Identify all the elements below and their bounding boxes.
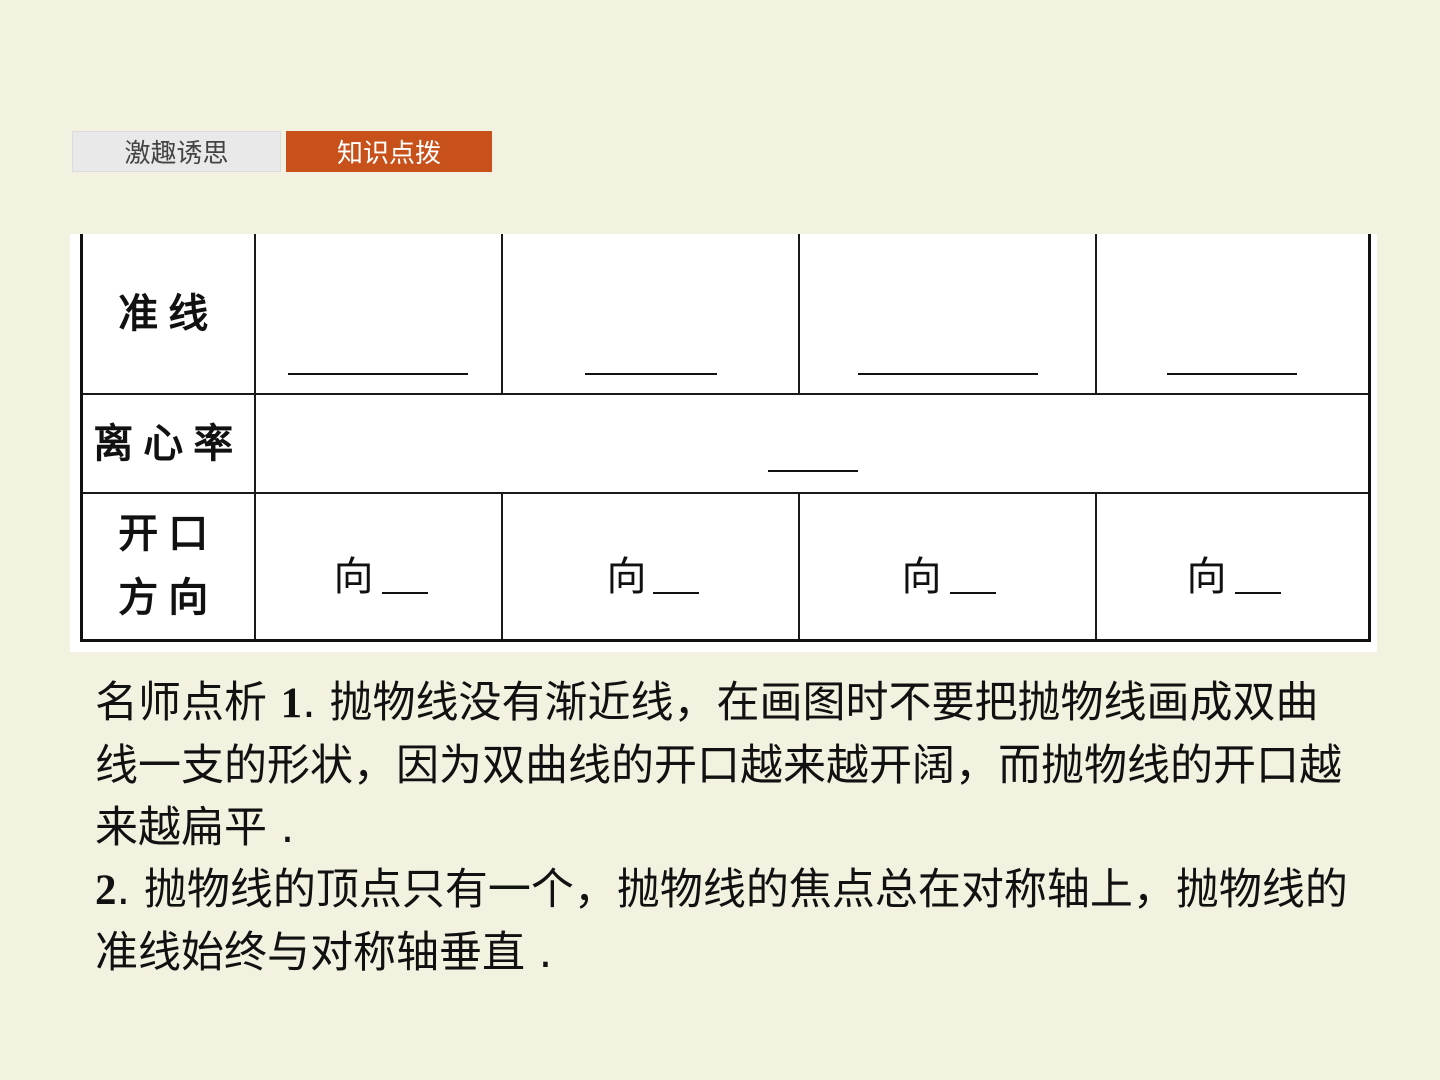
blank-cell (253, 234, 503, 395)
fill-blank (287, 373, 468, 375)
table-row-directrix: 准线 (80, 234, 1371, 395)
fill-blank (1234, 592, 1281, 594)
row-header-directrix: 准线 (80, 234, 256, 395)
direction-cell: 向 (253, 492, 503, 642)
fill-blank (857, 373, 1038, 375)
row-header-eccentricity: 离心率 (80, 393, 256, 494)
direction-prefix: 向 (1186, 554, 1227, 600)
blank-cell-merged (253, 393, 1371, 494)
fill-blank (949, 592, 996, 594)
table-row-opening-direction: 开口 方向 向 向 向 向 (80, 492, 1371, 642)
blank-cell (797, 234, 1097, 395)
fill-blank (767, 470, 858, 472)
direction-cell: 向 (500, 492, 800, 642)
fill-blank (584, 373, 717, 375)
fill-blank (1166, 373, 1297, 375)
table-row-eccentricity: 离心率 (80, 393, 1371, 494)
tab-motivation[interactable]: 激趣诱思 (72, 131, 281, 172)
direction-cell: 向 (797, 492, 1097, 642)
blank-cell (1094, 234, 1371, 395)
direction-prefix: 向 (901, 554, 942, 600)
fill-blank (381, 592, 428, 594)
note-paragraph-2: 2. 抛物线的顶点只有一个，抛物线的焦点总在对称轴上，抛物线的准线始终与对称轴垂… (95, 865, 1348, 978)
teacher-notes: 名师点析 1. 抛物线没有渐近线，在画图时不要把抛物线画成双曲线一支的形状，因为… (95, 672, 1355, 984)
note-paragraph-1: 名师点析 1. 抛物线没有渐近线，在画图时不要把抛物线画成双曲线一支的形状，因为… (95, 678, 1342, 853)
row-header-opening-direction: 开口 方向 (80, 492, 256, 642)
direction-cell: 向 (1094, 492, 1371, 642)
parabola-properties-table: 准线 离心率 开口 方向 向 向 向 向 (70, 234, 1377, 652)
tab-knowledge-points[interactable]: 知识点拨 (286, 131, 492, 172)
properties-table: 准线 离心率 开口 方向 向 向 向 向 (80, 234, 1371, 642)
direction-prefix: 向 (333, 554, 374, 600)
blank-cell (500, 234, 800, 395)
tab-bar: 激趣诱思 知识点拨 (72, 131, 492, 172)
fill-blank (652, 592, 699, 594)
direction-prefix: 向 (606, 554, 647, 600)
